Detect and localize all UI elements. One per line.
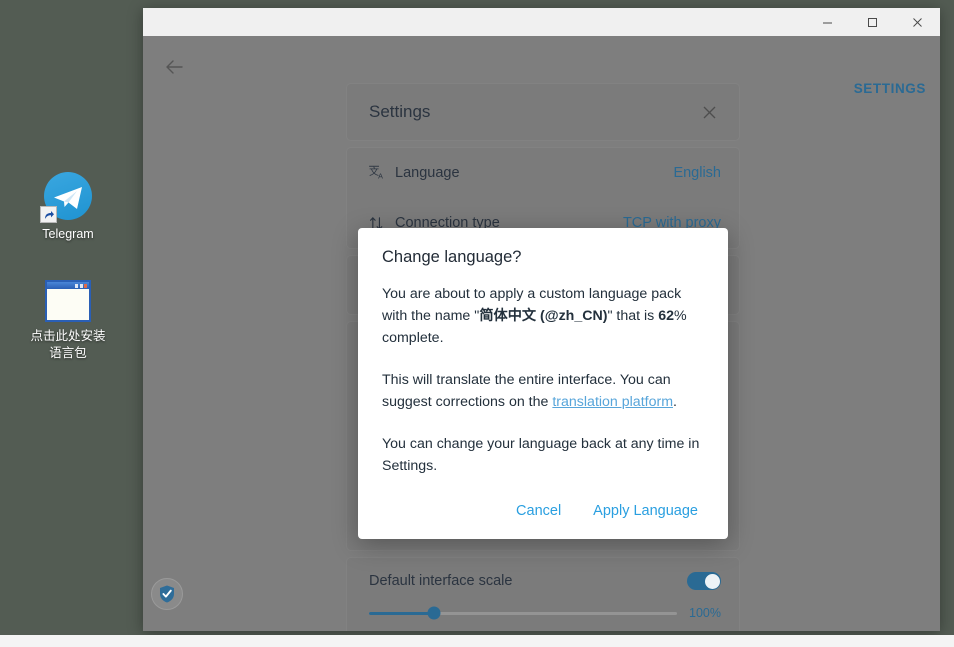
interface-scale-label: Default interface scale	[369, 573, 512, 589]
maximize-icon	[867, 17, 878, 28]
dialog-language-name: 简体中文 (@zh_CN)	[479, 308, 607, 324]
telegram-plane-icon	[53, 186, 83, 210]
file-window-icon	[45, 280, 91, 322]
apply-language-button[interactable]: Apply Language	[591, 499, 700, 523]
settings-caption: SETTINGS	[854, 81, 926, 96]
change-language-dialog: Change language? You are about to apply …	[358, 228, 728, 539]
cancel-button[interactable]: Cancel	[514, 499, 563, 523]
interface-scale-toggle[interactable]	[687, 572, 721, 590]
translation-platform-link[interactable]: translation platform	[552, 394, 673, 410]
interface-scale-card: Default interface scale 100%	[347, 558, 739, 631]
desktop-icon-label: Telegram	[42, 227, 93, 241]
telegram-icon	[44, 172, 92, 220]
dialog-paragraph-3: You can change your language back at any…	[382, 433, 704, 477]
shield-badge[interactable]	[151, 578, 183, 610]
dialog-text-mid: " that is	[607, 308, 658, 324]
dialog-percent: 62	[658, 308, 674, 324]
desktop-screen: Telegram 点击此处安装 语言包	[0, 0, 954, 647]
window-titlebar	[143, 8, 940, 36]
dialog-title: Change language?	[382, 248, 704, 267]
settings-close-button[interactable]	[697, 100, 721, 124]
dialog-paragraph-1: You are about to apply a custom language…	[382, 283, 704, 349]
settings-header: Settings	[347, 84, 739, 140]
desktop-icon-label: 点击此处安装 语言包	[30, 329, 105, 360]
minimize-button[interactable]	[805, 8, 850, 36]
desktop-icon-telegram[interactable]: Telegram	[13, 172, 123, 243]
translate-icon: 文 A	[369, 164, 395, 182]
maximize-button[interactable]	[850, 8, 895, 36]
minimize-icon	[822, 17, 833, 28]
shield-check-icon	[157, 584, 177, 604]
interface-scale-value: 100%	[687, 606, 721, 620]
slider-handle[interactable]	[427, 607, 440, 620]
interface-scale-slider[interactable]	[369, 612, 677, 615]
dialog-text-post: .	[673, 394, 677, 410]
back-button[interactable]	[159, 52, 189, 82]
settings-row-value[interactable]: English	[673, 165, 721, 181]
close-button[interactable]	[895, 8, 940, 36]
dialog-paragraph-2: This will translate the entire interface…	[382, 369, 704, 413]
window-content: SETTINGS Settings	[143, 36, 940, 631]
desktop-icon-language-pack[interactable]: 点击此处安装 语言包	[13, 277, 123, 362]
dialog-actions: Cancel Apply Language	[382, 499, 704, 523]
settings-row-language[interactable]: 文 A Language English	[347, 148, 739, 198]
back-arrow-icon	[164, 57, 184, 77]
shortcut-arrow-icon	[40, 206, 57, 223]
taskbar[interactable]	[0, 635, 954, 647]
telegram-window: SETTINGS Settings	[143, 8, 940, 631]
page-title: Settings	[369, 102, 430, 122]
close-icon	[912, 17, 923, 28]
close-icon	[702, 105, 717, 120]
svg-text:A: A	[378, 171, 383, 180]
settings-row-label: Language	[395, 165, 673, 181]
